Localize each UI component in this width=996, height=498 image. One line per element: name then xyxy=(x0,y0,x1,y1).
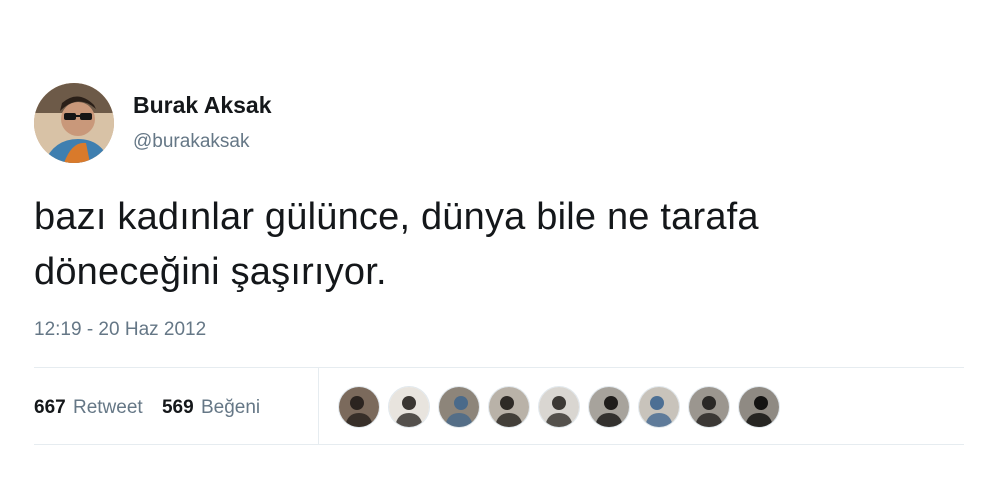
liker-avatar[interactable] xyxy=(588,386,630,428)
avatar-photo-icon xyxy=(339,387,379,427)
liker-avatars xyxy=(338,386,788,428)
liker-avatar[interactable] xyxy=(338,386,380,428)
avatar-photo-icon xyxy=(439,387,479,427)
tweet-timestamp[interactable]: 12:19 - 20 Haz 2012 xyxy=(34,318,206,342)
avatar-photo-icon xyxy=(739,387,779,427)
like-count: 569 xyxy=(161,397,194,418)
liker-avatar[interactable] xyxy=(388,386,430,428)
liker-avatar[interactable] xyxy=(638,386,680,428)
divider xyxy=(34,444,964,445)
liker-avatar[interactable] xyxy=(488,386,530,428)
avatar-photo-icon xyxy=(589,387,629,427)
liker-avatar[interactable] xyxy=(738,386,780,428)
display-name[interactable]: Burak Aksak xyxy=(133,91,272,119)
avatar-photo-icon xyxy=(489,387,529,427)
avatar-photo-icon xyxy=(539,387,579,427)
tweet-text-line: bazı kadınlar gülünce, dünya bile ne tar… xyxy=(34,196,759,238)
avatar-photo-icon xyxy=(689,387,729,427)
like-stat[interactable]: 569 Beğeni xyxy=(162,396,260,420)
like-label: Beğeni xyxy=(200,397,261,418)
divider xyxy=(34,367,964,368)
avatar-photo-icon xyxy=(389,387,429,427)
profile-avatar[interactable] xyxy=(34,83,114,163)
profile-photo-icon xyxy=(34,83,114,163)
user-handle[interactable]: @burakaksak xyxy=(133,130,249,154)
retweet-count: 667 xyxy=(34,397,66,418)
liker-avatar[interactable] xyxy=(438,386,480,428)
retweet-label: Retweet xyxy=(72,397,143,418)
tweet-text-line: döneceğini şaşırıyor. xyxy=(34,251,387,293)
divider xyxy=(318,368,319,444)
retweet-stat[interactable]: 667 Retweet xyxy=(34,396,143,420)
tweet-text: bazı kadınlar gülünce, dünya bile ne tar… xyxy=(34,190,954,300)
avatar-photo-icon xyxy=(639,387,679,427)
liker-avatar[interactable] xyxy=(538,386,580,428)
liker-avatar[interactable] xyxy=(688,386,730,428)
tweet-stats: 667 Retweet 569 Beğeni xyxy=(34,396,274,420)
